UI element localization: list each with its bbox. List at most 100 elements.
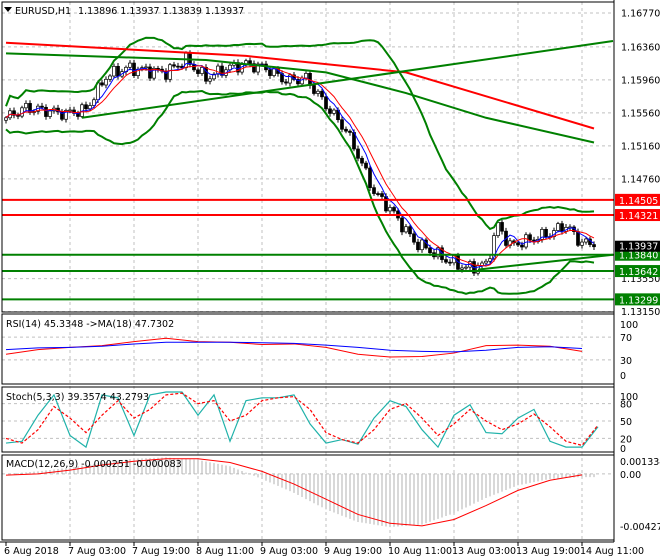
candle-body bbox=[404, 226, 408, 233]
candle-body bbox=[312, 85, 316, 94]
indicator-tick-label: 100 bbox=[620, 320, 638, 331]
level-label: 1.13642 bbox=[619, 267, 658, 278]
candle-body bbox=[380, 193, 384, 197]
candle-body bbox=[4, 117, 8, 121]
candle-body bbox=[328, 108, 332, 114]
indicator-tick-label: 0.00 bbox=[620, 470, 641, 481]
candle-body bbox=[284, 81, 288, 84]
candle-body bbox=[340, 119, 344, 130]
candle-body bbox=[364, 162, 368, 169]
time-label: 13 Aug 03:00 bbox=[452, 546, 516, 557]
rsi-line-RSI(14) bbox=[5, 337, 583, 358]
current-price-label: 1.13937 bbox=[619, 242, 658, 253]
candle-body bbox=[316, 90, 320, 94]
candle-body bbox=[556, 223, 560, 231]
time-label: 9 Aug 03:00 bbox=[260, 546, 318, 557]
macd-title: MACD(12,26,9) -0.000251 -0.000083 bbox=[6, 459, 182, 470]
candle-body bbox=[324, 96, 328, 110]
candle-body bbox=[132, 62, 136, 77]
candle-body bbox=[116, 65, 120, 77]
candle-body bbox=[320, 90, 324, 98]
candle-body bbox=[108, 75, 112, 80]
time-label: 14 Aug 11:00 bbox=[580, 546, 644, 557]
candle-body bbox=[144, 66, 148, 69]
candle-body bbox=[416, 241, 420, 251]
chart-window: 6 Aug 2018 7 Aug 03:00 7 Aug 19:00 8 Aug 11… bbox=[0, 0, 660, 560]
candle-body bbox=[592, 244, 596, 248]
candle-body bbox=[392, 207, 396, 212]
candle-body bbox=[368, 167, 372, 188]
candle-body bbox=[332, 109, 336, 114]
candle-body bbox=[360, 157, 364, 164]
candle-body bbox=[216, 65, 220, 75]
symbol-title: EURUSD,H1 bbox=[15, 6, 71, 17]
candle-body bbox=[168, 64, 172, 80]
candle-body bbox=[196, 69, 200, 74]
candle-body bbox=[408, 226, 412, 235]
price-tick-label: 1.13150 bbox=[621, 307, 660, 318]
time-label: 10 Aug 11:00 bbox=[388, 546, 452, 557]
time-label: 8 Aug 11:00 bbox=[196, 546, 254, 557]
candle-body bbox=[576, 231, 580, 246]
candle-body bbox=[448, 261, 452, 264]
time-label: 6 Aug 2018 bbox=[4, 546, 59, 557]
time-label: 9 Aug 19:00 bbox=[324, 546, 382, 557]
candle-body bbox=[496, 222, 500, 236]
candle-body bbox=[344, 128, 348, 132]
indicator-tick-label: -0.004271 bbox=[620, 522, 660, 533]
indicator-tick-label: 50 bbox=[620, 417, 632, 428]
candle-body bbox=[400, 217, 404, 233]
price-tick-label: 1.15560 bbox=[621, 108, 660, 119]
candle-body bbox=[484, 260, 488, 264]
candle-body bbox=[272, 68, 276, 76]
price-tick-label: 1.16360 bbox=[621, 42, 660, 53]
candle-body bbox=[444, 259, 448, 263]
candle-body bbox=[412, 233, 416, 243]
candle-body bbox=[148, 66, 152, 79]
candle-body bbox=[20, 107, 24, 117]
price-tick-label: 1.16770 bbox=[621, 9, 660, 20]
indicator-tick-label: 30 bbox=[620, 356, 632, 367]
trendline bbox=[81, 40, 614, 119]
candle-body bbox=[500, 222, 504, 232]
candle-body bbox=[388, 207, 392, 212]
candle-body bbox=[460, 267, 464, 270]
candle-body bbox=[528, 234, 532, 241]
price-tick-label: 1.15960 bbox=[621, 75, 660, 86]
candle-body bbox=[176, 65, 180, 68]
candle-body bbox=[544, 229, 548, 238]
level-label: 1.13299 bbox=[619, 295, 658, 306]
candle-body bbox=[376, 193, 380, 195]
candle-body bbox=[488, 258, 492, 262]
candle-body bbox=[172, 64, 176, 67]
candle-body bbox=[248, 60, 252, 65]
candle-body bbox=[88, 105, 92, 110]
candle-body bbox=[580, 241, 584, 246]
candle-body bbox=[40, 105, 44, 108]
rsi-title: RSI(14) 45.3348 ->MA(18) 47.7302 bbox=[6, 319, 174, 330]
candle-body bbox=[268, 69, 272, 76]
candle-body bbox=[524, 234, 528, 248]
candle-body bbox=[428, 247, 432, 254]
stoch-title: Stoch(5,3,3) 39.3574 43.2793 bbox=[6, 392, 149, 403]
level-label: 1.14321 bbox=[619, 211, 658, 222]
candle-body bbox=[584, 238, 588, 243]
indicator-tick-label: 0 bbox=[620, 371, 626, 382]
candle-body bbox=[208, 78, 212, 82]
candle-body bbox=[516, 242, 520, 246]
candle-body bbox=[48, 110, 52, 117]
rsi-line-MA(18) bbox=[5, 341, 583, 353]
price-tick-label: 1.14760 bbox=[621, 174, 660, 185]
collapse-triangle-icon[interactable] bbox=[4, 7, 12, 12]
candle-body bbox=[420, 239, 424, 251]
ohlc-values: 1.13896 1.13937 1.13839 1.13937 bbox=[78, 6, 244, 17]
price-panel bbox=[2, 36, 614, 358]
time-label: 7 Aug 19:00 bbox=[132, 546, 190, 557]
candle-body bbox=[464, 266, 468, 269]
indicator-tick-label: 0.001334 bbox=[620, 457, 660, 468]
level-label: 1.14505 bbox=[619, 196, 658, 207]
indicator-tick-label: 70 bbox=[620, 333, 632, 344]
candle-body bbox=[372, 187, 376, 194]
candle-body bbox=[520, 244, 524, 248]
candle-body bbox=[156, 68, 160, 70]
